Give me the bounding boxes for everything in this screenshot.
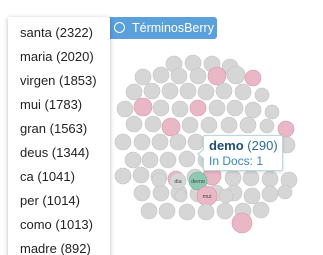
tooltip-title: demo (290)	[209, 138, 278, 154]
word-bubble[interactable]	[208, 99, 226, 117]
word-list-item[interactable]: maria (2020)	[20, 49, 94, 64]
word-bubble[interactable]	[216, 202, 234, 220]
word-bubble[interactable]	[242, 169, 260, 187]
word-bubble[interactable]	[132, 166, 150, 184]
word-bubble[interactable]	[159, 151, 177, 169]
word-bubble[interactable]	[178, 203, 196, 221]
word-list-item[interactable]: gran (1563)	[20, 121, 87, 136]
word-bubble[interactable]	[133, 97, 153, 117]
word-bubble[interactable]	[231, 212, 253, 234]
word-list-item[interactable]: ca (1041)	[20, 169, 75, 184]
word-bubble[interactable]	[181, 116, 199, 134]
word-list-item[interactable]: como (1013)	[20, 217, 93, 232]
word-bubble-label: mui	[203, 194, 212, 200]
word-bubble[interactable]	[277, 184, 293, 200]
tooltip-count: (290)	[247, 138, 278, 153]
word-list-item[interactable]: santa (2322)	[20, 25, 93, 40]
word-list-item[interactable]: per (1014)	[20, 193, 80, 208]
word-bubble[interactable]	[189, 99, 207, 117]
word-bubble[interactable]	[215, 82, 233, 100]
word-bubble[interactable]	[264, 104, 280, 120]
tooltip-word: demo	[209, 138, 244, 153]
word-bubble[interactable]	[161, 82, 179, 100]
word-bubble[interactable]	[259, 118, 275, 134]
word-bubble-label: demo	[191, 179, 205, 185]
word-bubble[interactable]	[143, 82, 161, 100]
bubble-tooltip: demo (290) In Docs: 1	[197, 135, 283, 171]
word-bubble[interactable]	[243, 187, 261, 205]
tooltip-docs: In Docs: 1	[209, 154, 264, 168]
word-bubble[interactable]	[174, 189, 188, 203]
word-bubble[interactable]	[116, 100, 134, 118]
toolbar: TérminosBerry	[100, 17, 323, 39]
word-bubble[interactable]	[133, 133, 151, 151]
word-bubble[interactable]	[252, 201, 270, 219]
word-bubble[interactable]	[244, 69, 262, 87]
word-bubble[interactable]	[124, 151, 142, 169]
radio-icon	[114, 22, 125, 33]
word-bubble[interactable]	[244, 101, 262, 119]
word-bubble[interactable]	[178, 150, 196, 168]
word-bubble[interactable]	[261, 185, 279, 203]
word-bubble[interactable]	[141, 151, 159, 169]
word-bubble[interactable]	[254, 87, 270, 103]
word-bubble[interactable]	[151, 133, 169, 151]
word-bubble[interactable]	[197, 203, 215, 221]
word-bubble[interactable]	[218, 188, 234, 204]
word-bubble[interactable]	[207, 66, 227, 86]
word-bubble[interactable]	[125, 115, 143, 133]
word-bubble[interactable]	[134, 68, 152, 86]
word-list-dropdown[interactable]: santa (2322) maria (2020) virgen (1853) …	[8, 17, 110, 255]
tab-label: TérminosBerry	[132, 21, 214, 35]
word-list-item[interactable]: deus (1344)	[20, 145, 89, 160]
word-bubble[interactable]	[226, 65, 246, 85]
word-bubble[interactable]	[161, 117, 181, 137]
word-bubble[interactable]	[152, 184, 170, 202]
word-list-item[interactable]: mui (1783)	[20, 97, 82, 112]
word-bubble[interactable]	[197, 83, 215, 101]
word-bubble[interactable]	[114, 167, 132, 185]
word-bubble[interactable]	[169, 133, 187, 151]
word-bubble[interactable]	[239, 116, 257, 134]
word-bubble[interactable]	[189, 67, 207, 85]
word-bubble[interactable]	[125, 83, 143, 101]
word-bubble[interactable]	[140, 202, 158, 220]
word-bubble[interactable]	[226, 99, 244, 117]
word-bubble[interactable]	[152, 66, 170, 84]
word-bubble[interactable]	[179, 82, 197, 100]
word-bubble[interactable]	[133, 184, 151, 202]
word-list-item[interactable]: virgen (1853)	[20, 73, 97, 88]
word-bubble[interactable]	[170, 67, 188, 85]
word-bubble[interactable]	[220, 116, 238, 134]
word-bubble[interactable]	[158, 202, 176, 220]
word-bubble[interactable]	[261, 170, 279, 188]
word-bubble[interactable]	[151, 172, 167, 188]
app-root: demo dia mui TérminosBerry santa (2322) ma…	[0, 0, 323, 255]
word-bubble[interactable]	[114, 133, 132, 151]
word-bubble[interactable]	[224, 169, 242, 187]
word-bubble[interactable]	[171, 100, 189, 118]
word-bubble[interactable]	[234, 83, 252, 101]
word-bubble[interactable]	[152, 99, 170, 117]
word-bubble[interactable]	[200, 116, 218, 134]
tooltip-arrow-inner	[199, 149, 205, 159]
word-bubble-label: dia	[174, 179, 182, 185]
tab-terminos-berry[interactable]: TérminosBerry	[100, 17, 217, 39]
word-bubble[interactable]	[144, 115, 162, 133]
word-list-item[interactable]: madre (892)	[20, 241, 91, 255]
